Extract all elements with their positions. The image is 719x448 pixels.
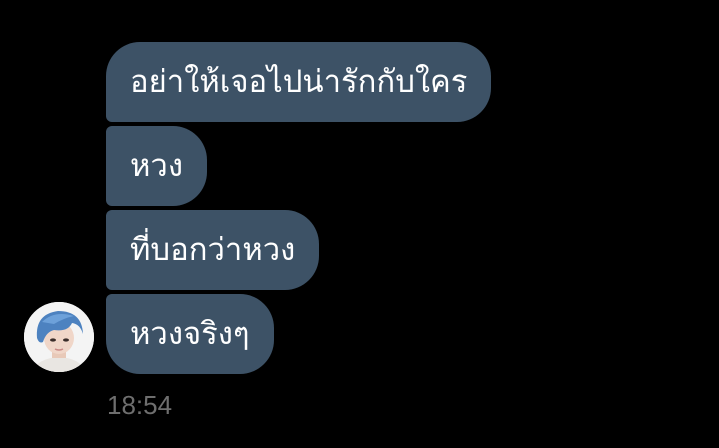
message-bubble[interactable]: หวง bbox=[106, 126, 207, 206]
sender-avatar[interactable] bbox=[24, 302, 94, 372]
message-bubble[interactable]: ที่บอกว่าหวง bbox=[106, 210, 320, 290]
profile-photo-icon bbox=[24, 302, 94, 372]
chat-area: อย่าให้เจอไปน่ารักกับใคร หวง ที่บอกว่าหว… bbox=[0, 0, 719, 448]
message-timestamp: 18:54 bbox=[107, 390, 173, 420]
message-bubble[interactable]: อย่าให้เจอไปน่ารักกับใคร bbox=[106, 42, 492, 122]
message-bubble[interactable]: หวงจริงๆ bbox=[106, 294, 274, 374]
